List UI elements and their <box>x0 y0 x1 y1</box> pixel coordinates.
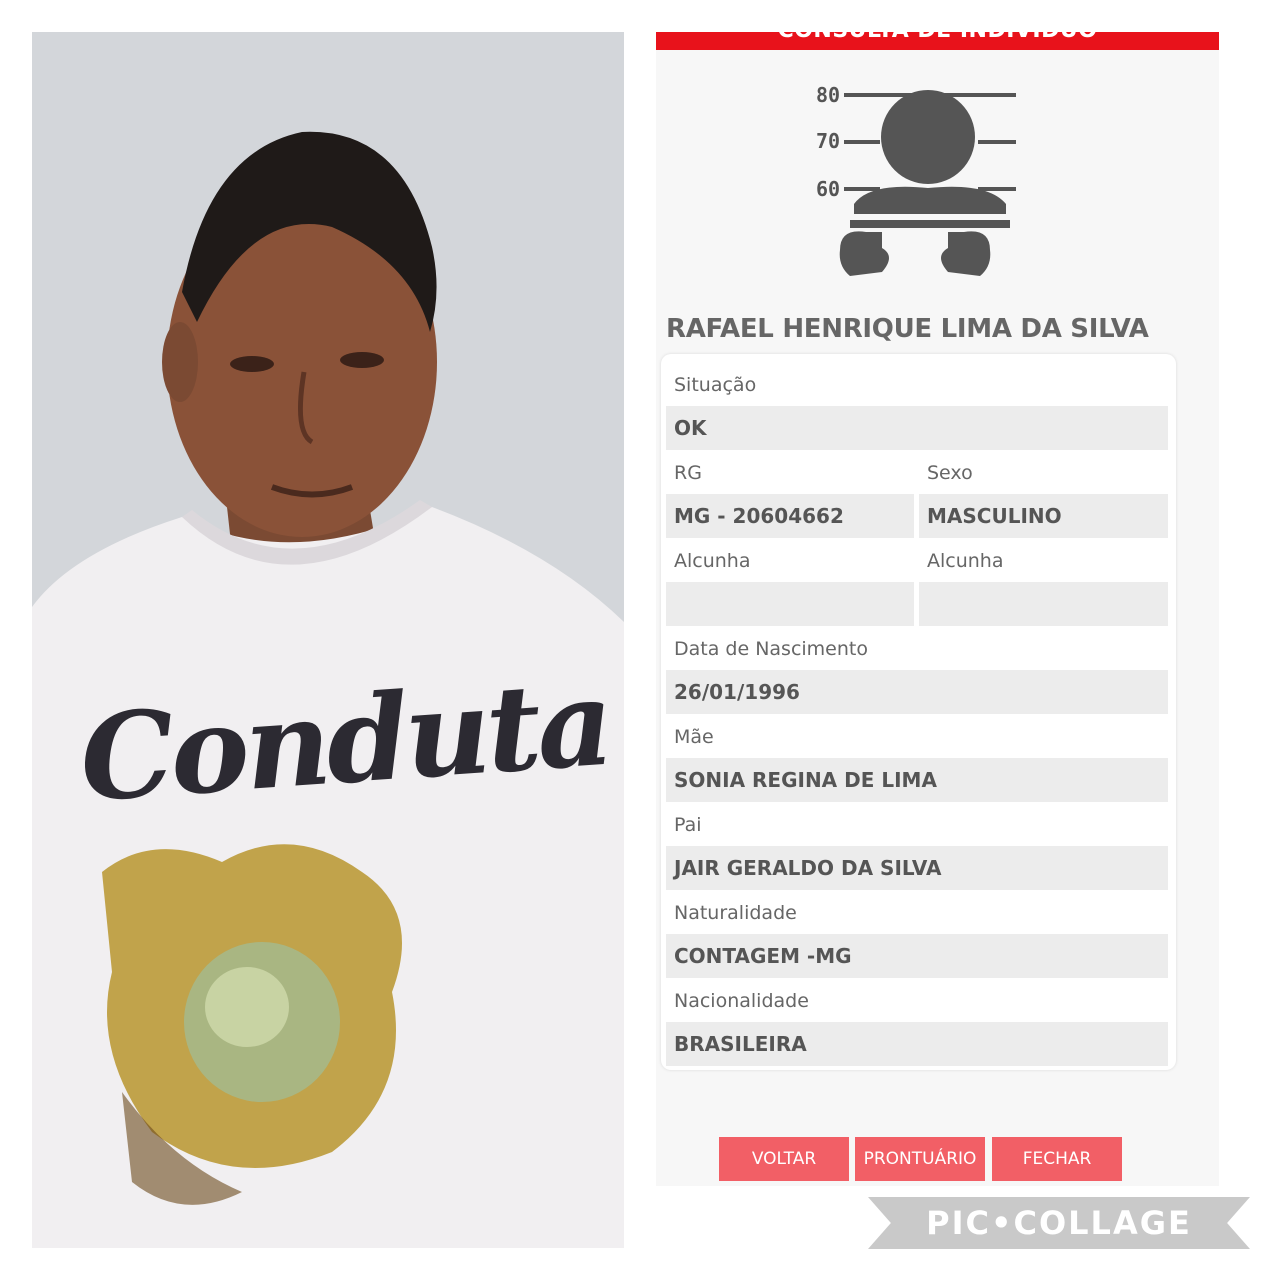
pic-collage-watermark: PIC•COLLAGE <box>868 1197 1250 1249</box>
individual-lookup-screen: CONSULTA DE INDIVÍDUO 80 70 60 RAFAEL HE… <box>656 32 1219 1186</box>
alias-value-1 <box>666 582 914 626</box>
page-title: CONSULTA DE INDIVÍDUO <box>656 32 1219 50</box>
individual-details-card[interactable]: Situação OK RG Sexo MG - 20604662 MASCUL… <box>661 354 1176 1070</box>
nationality-label: Nacionalidade <box>674 990 809 1012</box>
alias-label-1: Alcunha <box>674 550 751 572</box>
status-value: OK <box>666 406 1168 450</box>
alias-label-2: Alcunha <box>927 550 1004 572</box>
father-value: JAIR GERALDO DA SILVA <box>666 846 1168 890</box>
close-button[interactable]: FECHAR <box>992 1137 1122 1181</box>
birthplace-label: Naturalidade <box>674 902 797 924</box>
birthplace-value: CONTAGEM -MG <box>666 934 1168 978</box>
rg-label: RG <box>674 462 702 484</box>
suspect-photo-drawing <box>32 32 624 1248</box>
record-button[interactable]: PRONTUÁRIO <box>855 1137 985 1181</box>
rg-value: MG - 20604662 <box>666 494 914 538</box>
status-label: Situação <box>674 374 757 396</box>
person-name: RAFAEL HENRIQUE LIMA DA SILVA <box>666 314 1149 344</box>
birth-date-value: 26/01/1996 <box>666 670 1168 714</box>
father-label: Pai <box>674 814 702 836</box>
height-ruler-70: 70 <box>816 129 840 153</box>
height-ruler-60: 60 <box>816 177 840 201</box>
sex-value: MASCULINO <box>919 494 1168 538</box>
alias-value-2 <box>919 582 1168 626</box>
nationality-value: BRASILEIRA <box>666 1022 1168 1066</box>
sex-label: Sexo <box>927 462 973 484</box>
back-button[interactable]: VOLTAR <box>719 1137 849 1181</box>
mother-label: Mãe <box>674 726 714 748</box>
height-ruler-80: 80 <box>816 83 840 107</box>
suspect-photo: Conduta <box>32 32 624 1248</box>
mugshot-placeholder-icon: 80 70 60 <box>816 83 1016 276</box>
mother-value: SONIA REGINA DE LIMA <box>666 758 1168 802</box>
birth-date-label: Data de Nascimento <box>674 638 868 660</box>
